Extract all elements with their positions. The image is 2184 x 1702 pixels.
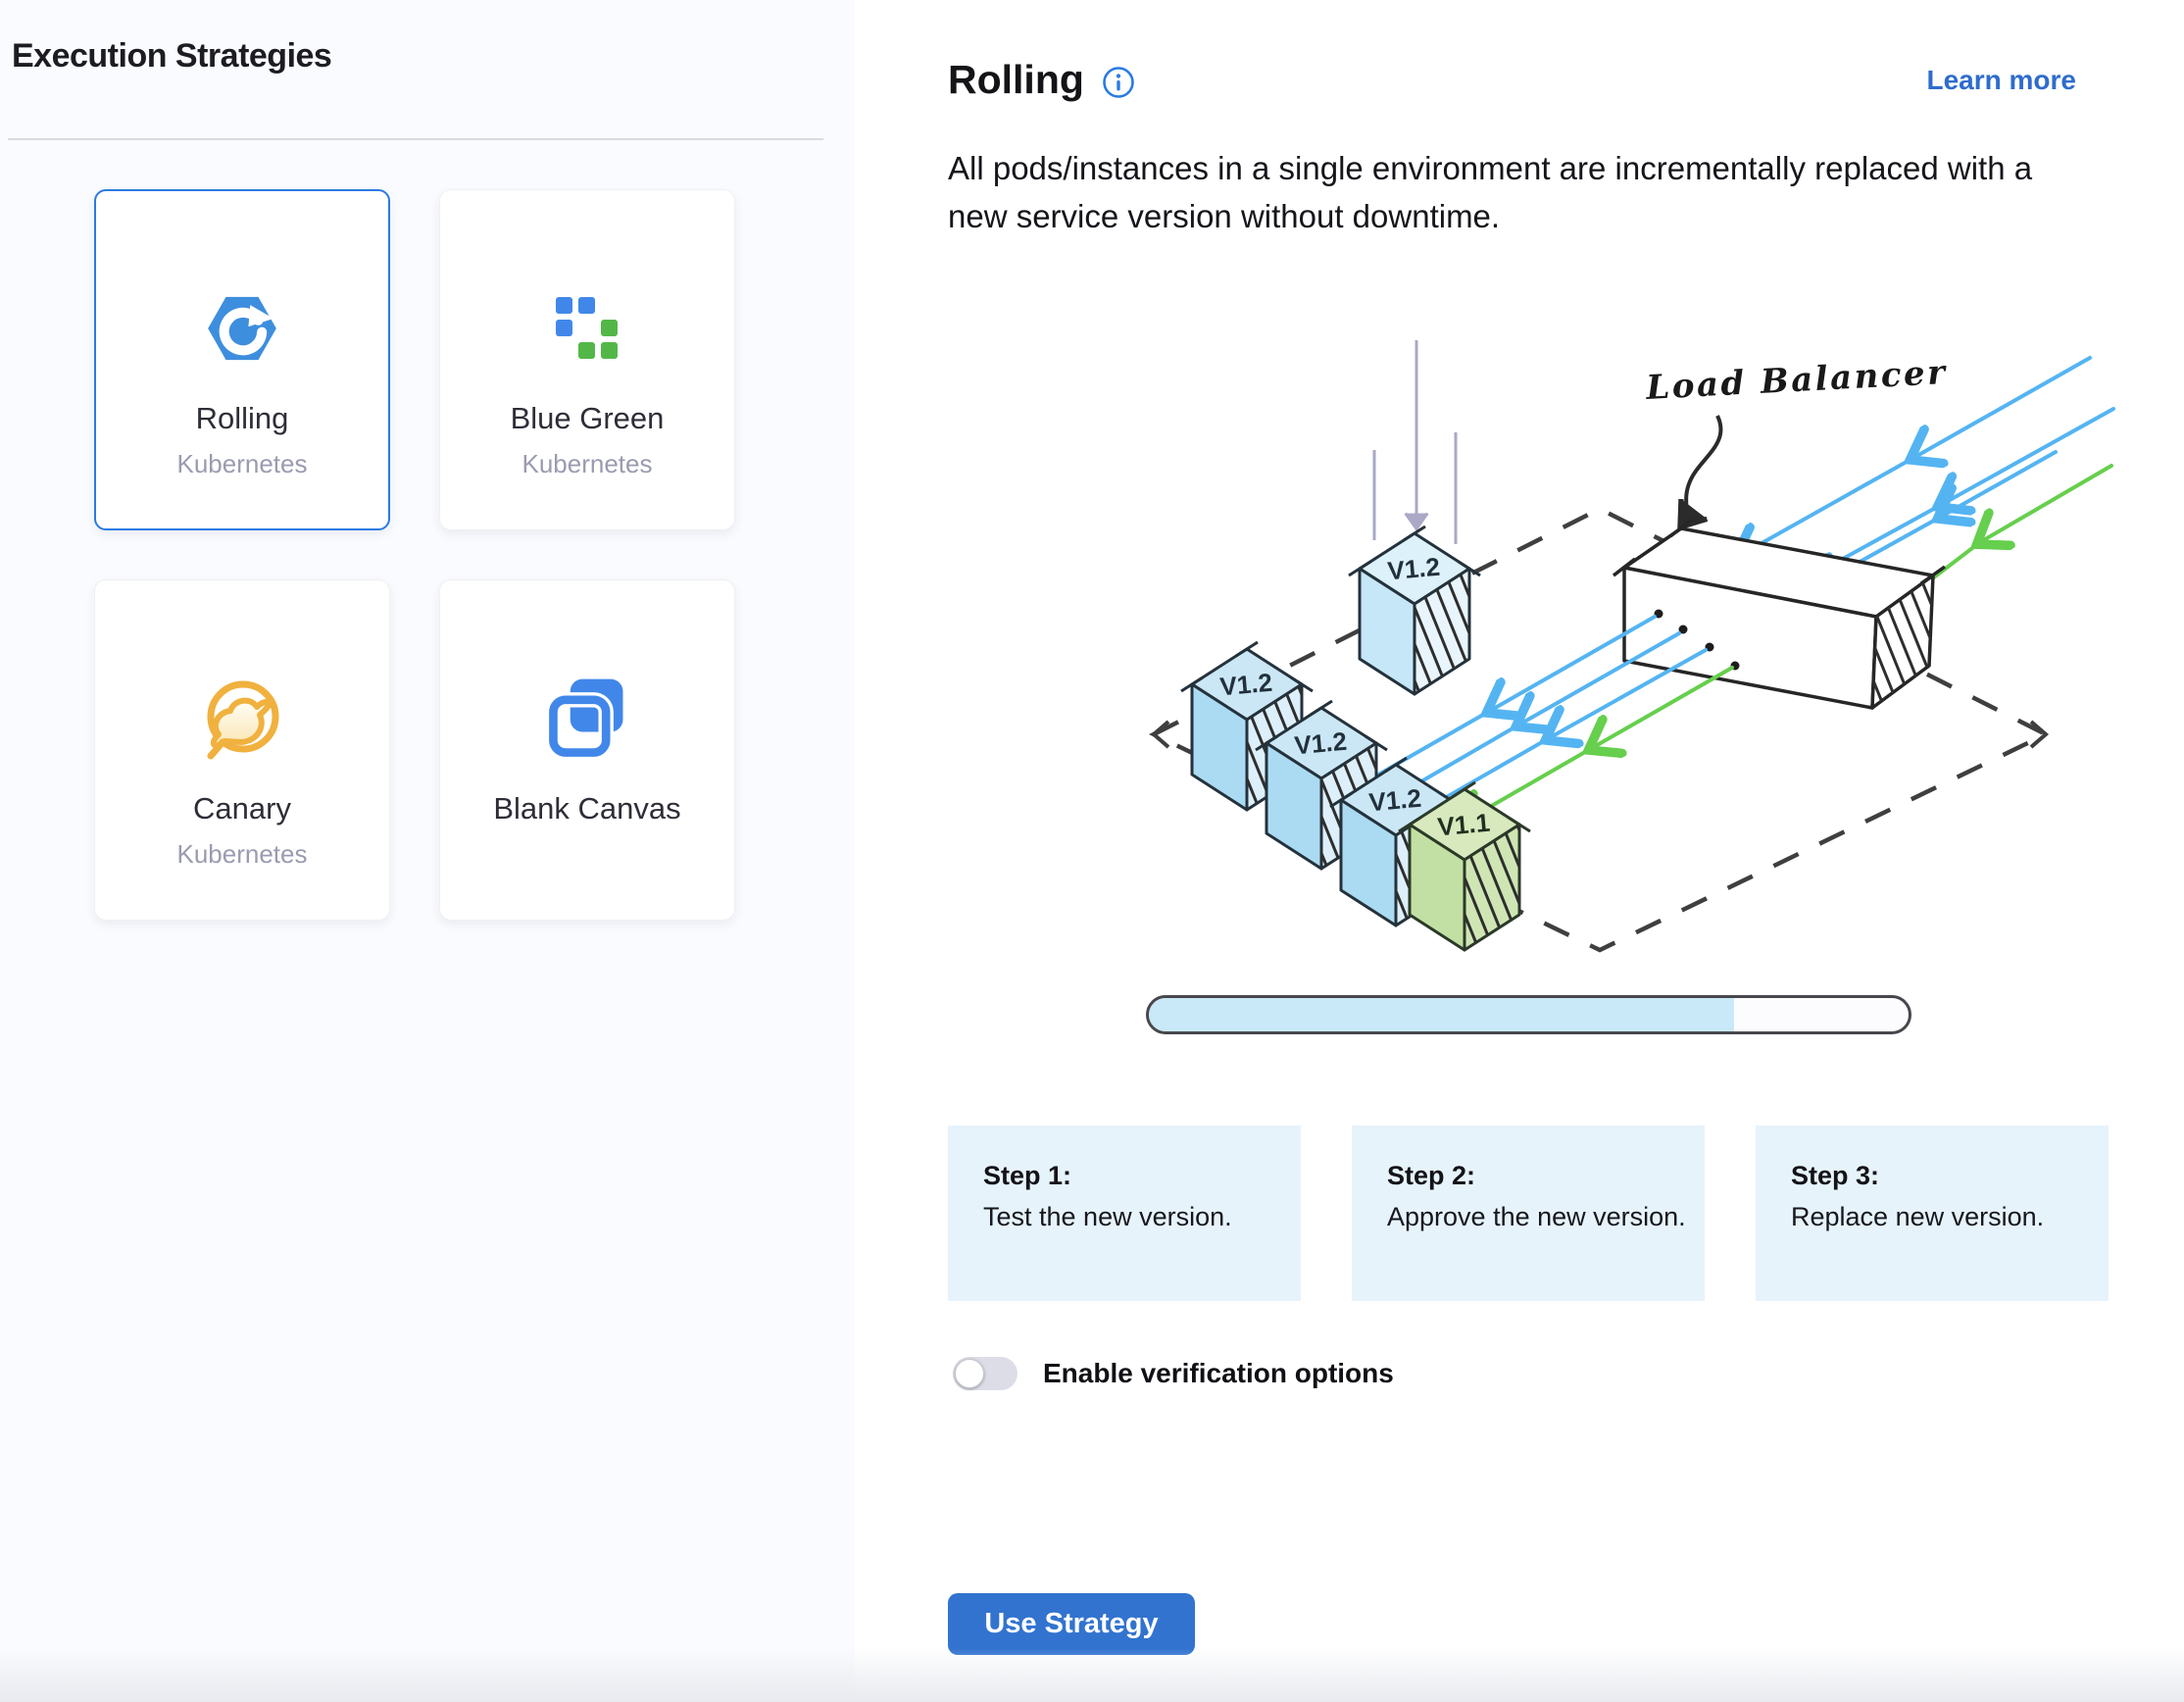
strategy-card-rolling[interactable]: Rolling Kubernetes — [94, 189, 390, 530]
verification-toggle-row: Enable verification options — [948, 1357, 2109, 1390]
step-card-3: Step 3: Replace new version. — [1756, 1126, 2109, 1301]
strategy-steps: Step 1: Test the new version. Step 2: Ap… — [948, 1126, 2109, 1301]
pod-version-label: V1.2 — [1218, 668, 1273, 702]
toggle-knob — [955, 1359, 984, 1388]
strategy-subtitle: Kubernetes — [177, 449, 308, 479]
sidebar-divider — [8, 138, 823, 140]
enable-verification-toggle[interactable] — [953, 1357, 1018, 1390]
pod-version-label: V1.2 — [1293, 726, 1348, 761]
blank-canvas-icon — [540, 674, 634, 764]
step-label: Step 3: — [1791, 1161, 2109, 1191]
step-label: Step 1: — [983, 1161, 1301, 1191]
incoming-pod-cube — [1349, 526, 1480, 694]
rollout-progress-fill — [1149, 998, 1734, 1031]
strategy-name: Blank Canvas — [493, 791, 680, 826]
rolling-icon — [199, 283, 285, 374]
load-balancer-pointer-arrow — [1682, 416, 1720, 525]
strategy-detail-panel: Rolling Learn more All pods/instances in… — [855, 0, 2184, 1702]
strategy-name: Blue Green — [511, 401, 665, 436]
canary-icon — [195, 674, 289, 764]
step-text: Approve the new version. — [1387, 1202, 1705, 1232]
strategies-sidebar: Execution Strategies Rolling Kubernetes — [0, 0, 855, 1702]
crane-strings — [1374, 340, 1456, 544]
strategy-card-blue-green[interactable]: Blue Green Kubernetes — [439, 189, 735, 530]
enable-verification-label: Enable verification options — [1043, 1358, 1394, 1389]
strategy-description: All pods/instances in a single environme… — [948, 144, 2100, 240]
pod-version-label: V1.2 — [1367, 783, 1422, 818]
step-label: Step 2: — [1387, 1161, 1705, 1191]
pod-version-label: V1.1 — [1436, 808, 1491, 842]
use-strategy-button[interactable]: Use Strategy — [948, 1593, 1195, 1655]
rollout-progress-bar — [1146, 995, 1911, 1034]
strategy-subtitle: Kubernetes — [522, 449, 653, 479]
strategy-subtitle: Kubernetes — [177, 839, 308, 870]
strategy-card-grid: Rolling Kubernetes Blue Green Kubernetes — [94, 189, 855, 921]
pod-version-label: V1.2 — [1386, 552, 1441, 586]
strategy-name: Rolling — [196, 401, 289, 436]
step-text: Replace new version. — [1791, 1202, 2109, 1232]
detail-title: Rolling — [948, 57, 1084, 103]
info-icon[interactable] — [1102, 66, 1135, 99]
strategy-card-blank-canvas[interactable]: Blank Canvas — [439, 579, 735, 921]
load-balancer-label: Load Balancer — [1644, 353, 1948, 408]
step-card-2: Step 2: Approve the new version. — [1352, 1126, 1705, 1301]
learn-more-link[interactable]: Learn more — [1927, 65, 2077, 96]
rolling-strategy-illustration: Load Balancer — [1129, 323, 2119, 960]
strategy-name: Canary — [193, 791, 291, 826]
load-balancer-box — [1613, 520, 1945, 708]
blue-green-icon — [556, 283, 619, 374]
strategy-card-canary[interactable]: Canary Kubernetes — [94, 579, 390, 921]
step-card-1: Step 1: Test the new version. — [948, 1126, 1301, 1301]
step-text: Test the new version. — [983, 1202, 1301, 1232]
page-title: Execution Strategies — [12, 37, 855, 75]
